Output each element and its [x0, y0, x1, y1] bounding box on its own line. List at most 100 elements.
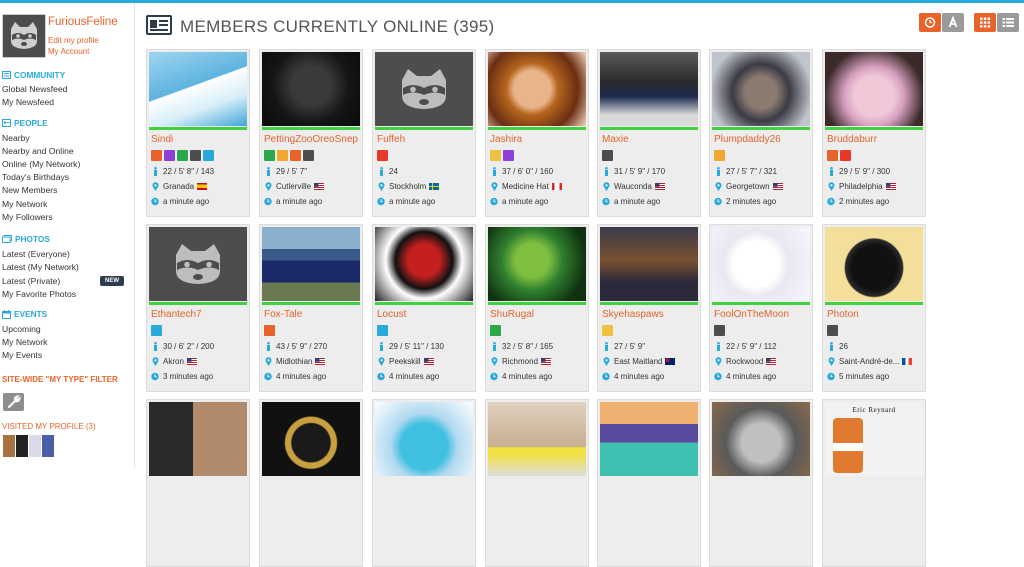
member-photo[interactable]	[488, 52, 586, 126]
sidebar-item-my-events[interactable]: My Events	[2, 350, 42, 360]
member-photo[interactable]	[712, 402, 810, 476]
interest-badge-icon[interactable]	[377, 325, 388, 336]
sidebar-item-upcoming[interactable]: Upcoming	[2, 324, 41, 334]
sidebar-item-latest-everyone[interactable]: Latest (Everyone)	[2, 249, 70, 259]
sidebar-item-my-followers[interactable]: My Followers	[2, 212, 53, 222]
visitor-thumb[interactable]	[3, 435, 15, 457]
member-card[interactable]: Photon 26 Saint-André-de... 5 minutes ag…	[822, 224, 926, 392]
member-username[interactable]: Ethantech7	[151, 309, 248, 320]
edit-profile-link[interactable]: Edit my profile	[48, 36, 99, 45]
member-photo[interactable]	[262, 52, 360, 126]
interest-badge-icon[interactable]	[503, 150, 514, 161]
interest-badge-icon[interactable]	[190, 150, 201, 161]
interest-badge-icon[interactable]	[714, 150, 725, 161]
sidebar-item-events-network[interactable]: My Network	[2, 337, 47, 347]
list-view-button[interactable]	[997, 13, 1019, 32]
interest-badge-icon[interactable]	[602, 150, 613, 161]
sidebar-item-birthdays[interactable]: Today's Birthdays	[2, 172, 69, 182]
member-card[interactable]: Plumpdaddy26 27 / 5' 7" / 321 Georgetown…	[709, 49, 813, 217]
member-card[interactable]: Sindi 22 / 5' 8" / 143 Granada a minute …	[146, 49, 250, 217]
member-card[interactable]: Fuffeh 24 Stockholm a minute ago	[372, 49, 476, 217]
interest-badge-icon[interactable]	[277, 150, 288, 161]
member-card[interactable]: Skyehaspaws 27 / 5' 9" East Maitland 4 m…	[597, 224, 701, 392]
member-photo[interactable]	[262, 402, 360, 476]
member-photo[interactable]	[488, 402, 586, 476]
member-card[interactable]	[259, 399, 363, 567]
member-username[interactable]: Sindi	[151, 134, 248, 145]
visitor-thumb[interactable]	[16, 435, 28, 457]
member-card[interactable]: Maxie 31 / 5' 9" / 170 Wauconda a minute…	[597, 49, 701, 217]
member-photo[interactable]	[825, 52, 923, 126]
filter-settings-button[interactable]	[3, 393, 24, 411]
interest-badge-icon[interactable]	[203, 150, 214, 161]
member-photo[interactable]	[712, 227, 810, 301]
member-username[interactable]: Fuffeh	[377, 134, 474, 145]
interest-badge-icon[interactable]	[264, 325, 275, 336]
member-photo[interactable]	[149, 52, 247, 126]
member-card[interactable]	[709, 399, 813, 567]
member-card[interactable]: PettingZooOreoSnep 29 / 5' 7" Cutlervill…	[259, 49, 363, 217]
member-card[interactable]	[597, 399, 701, 567]
member-username[interactable]: ShuRugal	[490, 309, 587, 320]
member-photo[interactable]: Eric Reynard	[825, 402, 923, 476]
interest-badge-icon[interactable]	[264, 150, 275, 161]
member-photo[interactable]	[375, 227, 473, 301]
interest-badge-icon[interactable]	[714, 325, 725, 336]
member-card[interactable]: Eric Reynard	[822, 399, 926, 567]
member-photo[interactable]	[600, 227, 698, 301]
member-photo[interactable]	[262, 227, 360, 301]
member-card[interactable]: Ethantech7 30 / 6' 2" / 200 Akron 3 minu…	[146, 224, 250, 392]
member-username[interactable]: Plumpdaddy26	[714, 134, 811, 145]
member-card[interactable]	[372, 399, 476, 567]
interest-badge-icon[interactable]	[151, 325, 162, 336]
member-username[interactable]: Skyehaspaws	[602, 309, 699, 320]
sidebar-item-online-network[interactable]: Online (My Network)	[2, 159, 80, 169]
member-card[interactable]	[485, 399, 589, 567]
member-card[interactable]: Locust 29 / 5' 11" / 130 Peekskill 4 min…	[372, 224, 476, 392]
interest-badge-icon[interactable]	[290, 150, 301, 161]
member-card[interactable]: ShuRugal 32 / 5' 8" / 165 Richmond 4 min…	[485, 224, 589, 392]
sort-alphabetical-button[interactable]	[942, 13, 964, 32]
interest-badge-icon[interactable]	[177, 150, 188, 161]
member-username[interactable]: Jashira	[490, 134, 587, 145]
interest-badge-icon[interactable]	[303, 150, 314, 161]
interest-badge-icon[interactable]	[490, 150, 501, 161]
member-card[interactable]: Jashira 37 / 6' 0" / 160 Medicine Hat a …	[485, 49, 589, 217]
member-photo[interactable]	[488, 227, 586, 301]
member-username[interactable]: Photon	[827, 309, 924, 320]
member-username[interactable]: FoolOnTheMoon	[714, 309, 811, 320]
member-photo[interactable]	[375, 52, 473, 126]
member-username[interactable]: Fox-Tale	[264, 309, 361, 320]
sidebar-item-favorite-photos[interactable]: My Favorite Photos	[2, 289, 76, 299]
sidebar-item-my-newsfeed[interactable]: My Newsfeed	[2, 97, 54, 107]
sort-by-time-button[interactable]	[919, 13, 941, 32]
interest-badge-icon[interactable]	[840, 150, 851, 161]
member-photo[interactable]	[600, 52, 698, 126]
interest-badge-icon[interactable]	[827, 325, 838, 336]
member-username[interactable]: PettingZooOreoSnep	[264, 134, 361, 145]
visitor-thumb[interactable]	[42, 435, 54, 457]
member-card[interactable]: Bruddaburr 29 / 5' 9" / 300 Philadelphia…	[822, 49, 926, 217]
member-username[interactable]: Bruddaburr	[827, 134, 924, 145]
sidebar-item-nearby[interactable]: Nearby	[2, 133, 30, 143]
interest-badge-icon[interactable]	[490, 325, 501, 336]
member-card[interactable]: FoolOnTheMoon 22 / 5' 9" / 112 Rockwood …	[709, 224, 813, 392]
sidebar-item-my-network[interactable]: My Network	[2, 199, 47, 209]
my-account-link[interactable]: My Account	[48, 47, 89, 56]
member-photo[interactable]	[600, 402, 698, 476]
sidebar-item-nearby-online[interactable]: Nearby and Online	[2, 146, 74, 156]
sidebar-item-latest-network[interactable]: Latest (My Network)	[2, 262, 79, 272]
avatar[interactable]	[2, 14, 46, 58]
sidebar-item-new-members[interactable]: New Members	[2, 185, 57, 195]
member-card[interactable]	[146, 399, 250, 567]
interest-badge-icon[interactable]	[164, 150, 175, 161]
member-username[interactable]: Locust	[377, 309, 474, 320]
member-photo[interactable]	[712, 52, 810, 126]
grid-view-button[interactable]	[974, 13, 996, 32]
member-username[interactable]: Maxie	[602, 134, 699, 145]
member-photo[interactable]	[825, 227, 923, 301]
interest-badge-icon[interactable]	[151, 150, 162, 161]
sidebar-item-latest-private[interactable]: Latest (Private)	[2, 276, 60, 286]
member-photo[interactable]	[149, 402, 247, 476]
visitor-thumb[interactable]	[29, 435, 41, 457]
